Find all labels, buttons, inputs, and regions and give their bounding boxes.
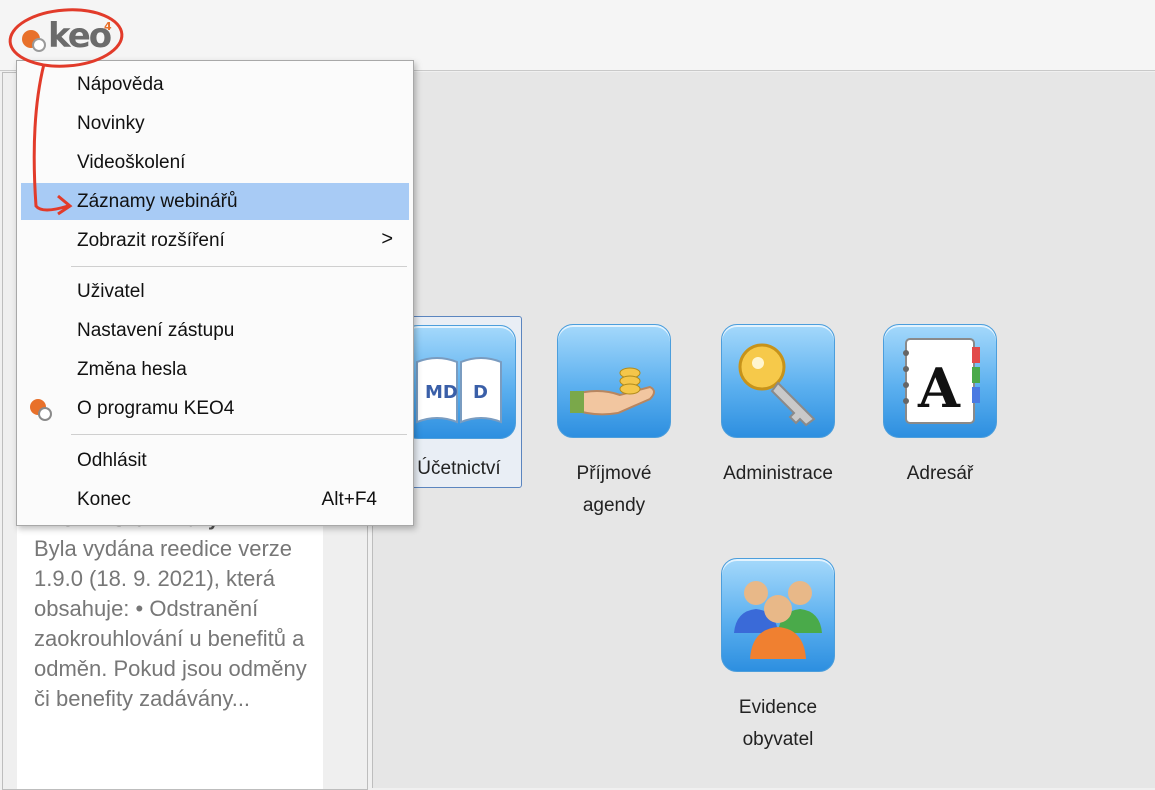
menu-separator bbox=[71, 266, 407, 267]
logo-text: keo bbox=[48, 16, 112, 56]
address-book-icon: A bbox=[883, 324, 997, 438]
key-icon bbox=[721, 324, 835, 438]
logo-version: 4 bbox=[104, 20, 112, 33]
menu-item-label: Novinky bbox=[77, 113, 145, 134]
menu-item-zobrazit-rozsireni[interactable]: Zobrazit rozšíření > bbox=[21, 222, 409, 259]
menu-item-novinky[interactable]: Novinky bbox=[21, 105, 409, 142]
tile-label: Příjmové agendy bbox=[576, 463, 652, 516]
menu-item-zaznamy-webinaru[interactable]: Záznamy webinářů bbox=[21, 183, 409, 220]
menu-item-label: Nápověda bbox=[77, 74, 164, 95]
menu-item-konec[interactable]: Konec Alt+F4 bbox=[21, 481, 409, 518]
menu-separator bbox=[71, 434, 407, 435]
menu-item-label: Nastavení zástupu bbox=[77, 320, 235, 341]
menu-item-label: Uživatel bbox=[77, 281, 145, 302]
tile-label: Administrace bbox=[723, 463, 833, 484]
keo-logo-icon bbox=[22, 30, 46, 52]
menu-item-zmena-hesla[interactable]: Změna hesla bbox=[21, 351, 409, 388]
tile-evidence-obyvatel[interactable]: Evidence obyvatel bbox=[716, 558, 840, 756]
submenu-arrow-icon: > bbox=[381, 228, 393, 250]
people-icon bbox=[721, 558, 835, 672]
menu-item-videoskoleni[interactable]: Videoškolení bbox=[21, 144, 409, 181]
tile-prijmove-agendy[interactable]: Příjmové agendy bbox=[552, 324, 676, 522]
menu-item-label: O programu KEO4 bbox=[77, 398, 235, 419]
menu-shortcut: Alt+F4 bbox=[321, 489, 377, 510]
menu-item-o-programu[interactable]: O programu KEO4 bbox=[21, 390, 409, 427]
svg-text:D: D bbox=[473, 382, 488, 403]
menu-item-nastaveni-zastupu[interactable]: Nastavení zástupu bbox=[21, 312, 409, 349]
tile-adresar[interactable]: A Adresář bbox=[878, 324, 1002, 490]
tile-label: Adresář bbox=[906, 463, 974, 484]
keo-logo-button[interactable]: keo 4 bbox=[18, 16, 118, 58]
svg-text:MD: MD bbox=[425, 382, 458, 403]
menu-item-label: Záznamy webinářů bbox=[77, 191, 238, 212]
menu-item-odhlasit[interactable]: Odhlásit bbox=[21, 442, 409, 479]
news-text: Byla vydána reedice verze 1.9.0 (18. 9. … bbox=[34, 536, 307, 711]
menu-item-label: Odhlásit bbox=[77, 450, 147, 471]
app-menu: Nápověda Novinky Videoškolení Záznamy we… bbox=[16, 60, 414, 526]
menu-item-label: Zobrazit rozšíření bbox=[77, 230, 225, 251]
keo-about-icon bbox=[30, 399, 52, 421]
tile-ucetnictvi[interactable]: MD D Účetnictví bbox=[396, 316, 522, 488]
menu-item-label: Změna hesla bbox=[77, 359, 187, 380]
tile-administrace[interactable]: Administrace bbox=[716, 324, 840, 490]
svg-text:A: A bbox=[917, 356, 961, 420]
book-icon: MD D bbox=[402, 325, 516, 439]
menu-item-uzivatel[interactable]: Uživatel bbox=[21, 273, 409, 310]
menu-item-label: Videoškolení bbox=[77, 152, 186, 173]
tile-label: Evidence obyvatel bbox=[738, 697, 818, 750]
tile-label: Účetnictví bbox=[417, 458, 501, 479]
menu-item-label: Konec bbox=[77, 489, 131, 510]
money-hand-icon bbox=[557, 324, 671, 438]
menu-item-napoveda[interactable]: Nápověda bbox=[21, 66, 409, 103]
